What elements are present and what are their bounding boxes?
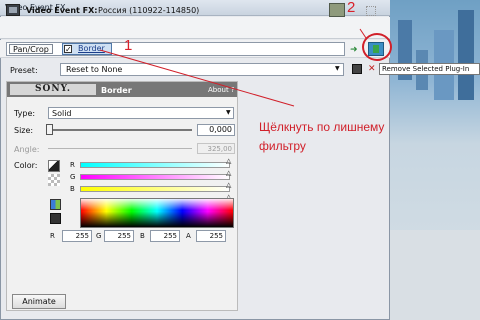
triangle-marker-icon[interactable]: △	[226, 169, 231, 177]
animate-button[interactable]: Animate	[12, 294, 66, 309]
fx-header-bar	[0, 17, 390, 39]
green-channel-bar[interactable]	[80, 174, 230, 180]
rgb-bar-label-b: B	[70, 185, 75, 193]
video-preview-lower	[388, 230, 480, 320]
fx-event-name: Россия (110922-114850)	[98, 6, 200, 15]
plugin-pan-crop[interactable]: Pan/Crop	[9, 44, 53, 54]
angle-slider-track	[48, 148, 192, 149]
color-swatches	[48, 160, 62, 204]
channel-label-g: G	[96, 232, 102, 240]
type-select[interactable]	[48, 107, 234, 119]
channel-label-a: A	[186, 232, 191, 240]
color-spectrum[interactable]	[80, 198, 234, 228]
plugin-chain-field[interactable]	[6, 42, 345, 56]
size-label: Size:	[14, 126, 34, 135]
channel-label-r: R	[50, 232, 55, 240]
plugin-border-label: Border	[78, 44, 105, 53]
sony-logo: SONY.	[10, 84, 96, 95]
about-link[interactable]: About ?	[208, 86, 235, 94]
alpha-swatch[interactable]	[48, 174, 60, 186]
chevron-down-icon[interactable]: ▼	[335, 65, 340, 72]
red-channel-bar[interactable]	[80, 162, 230, 168]
blue-channel-bar[interactable]	[80, 186, 230, 192]
size-value-field[interactable]: 0,000	[197, 124, 235, 136]
film-icon	[6, 4, 20, 16]
channel-value-a[interactable]: 255	[196, 230, 226, 242]
channel-value-b[interactable]: 255	[150, 230, 180, 242]
eyedropper-icon[interactable]	[50, 213, 61, 224]
size-slider-thumb[interactable]	[46, 124, 53, 135]
angle-label: Angle:	[14, 145, 40, 154]
plugin-title: Border	[101, 86, 132, 95]
angle-value-field: 325,00	[197, 143, 235, 154]
size-slider-track[interactable]	[48, 129, 192, 131]
rgb-bar-label-g: G	[70, 173, 76, 181]
type-label: Type:	[14, 109, 36, 118]
annotation-step-1: 1	[124, 37, 133, 54]
rgb-bar-label-r: R	[70, 161, 75, 169]
add-plugin-icon[interactable]: ➜	[350, 45, 358, 55]
preview-toggle-button[interactable]	[329, 3, 345, 17]
fx-header-label: Video Event FX:	[26, 6, 98, 15]
color-label: Color:	[14, 161, 38, 170]
plugin-border-checkbox[interactable]: ✓	[64, 45, 72, 54]
triangle-marker-icon[interactable]: △	[226, 181, 231, 189]
remove-plugin-tooltip: Remove Selected Plug-In	[379, 63, 480, 75]
highlight-circle	[362, 33, 392, 61]
chevron-down-icon[interactable]: ▼	[226, 109, 231, 116]
type-value: Solid	[52, 109, 72, 118]
save-preset-icon[interactable]	[352, 64, 362, 74]
annotation-step-2: 2	[347, 0, 356, 16]
dock-grid-icon[interactable]	[366, 6, 376, 16]
delete-preset-icon[interactable]: ✕	[368, 64, 376, 74]
channel-value-g[interactable]: 255	[104, 230, 134, 242]
triangle-marker-icon[interactable]: △	[226, 157, 231, 165]
preset-value: Reset to None	[66, 65, 123, 74]
palette-icon[interactable]	[50, 199, 61, 210]
channel-value-r[interactable]: 255	[62, 230, 92, 242]
channel-label-b: B	[140, 232, 145, 240]
preset-label: Preset:	[10, 66, 38, 75]
annotation-hint: Щёлкнуть по лишнему фильтру	[259, 120, 385, 153]
color-swatch[interactable]	[48, 160, 60, 172]
